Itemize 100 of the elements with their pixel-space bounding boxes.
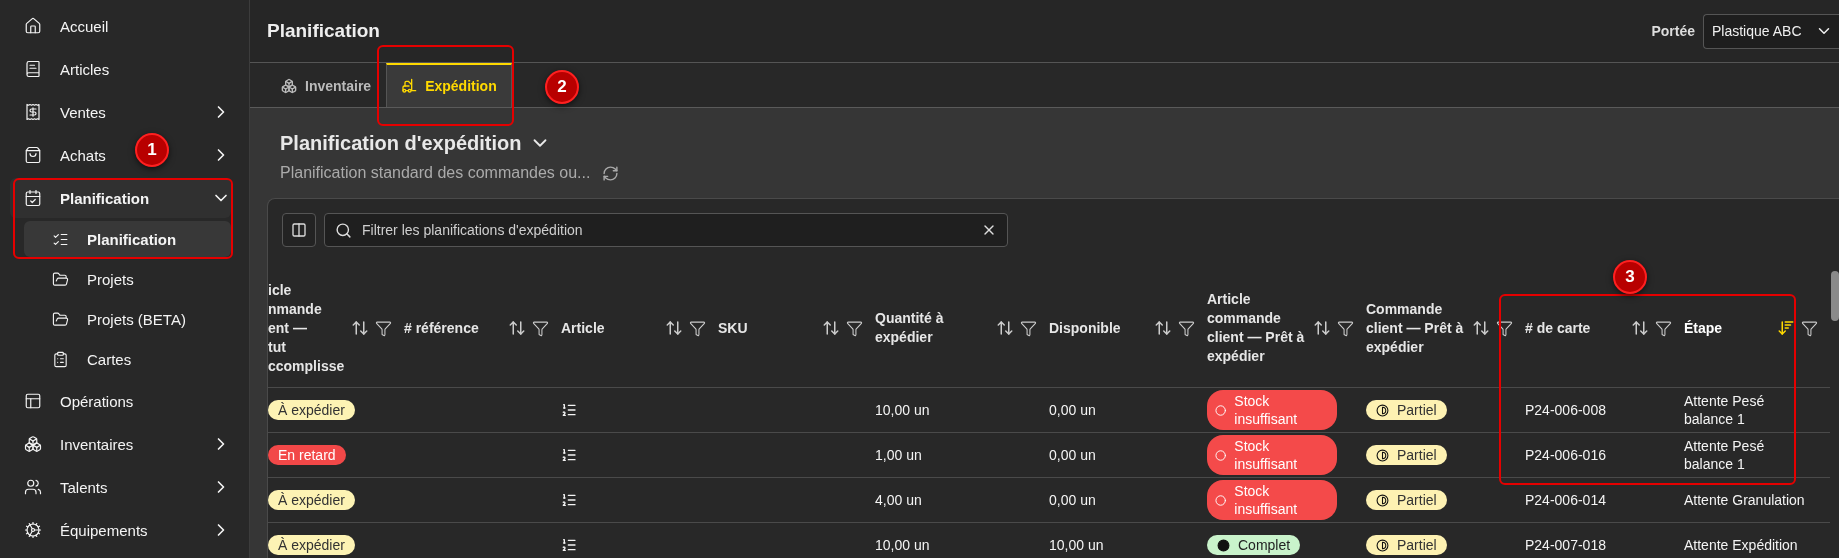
half-circle-icon (1376, 448, 1389, 462)
filter-icon[interactable] (1020, 319, 1037, 337)
filter-icon[interactable] (532, 319, 549, 337)
half-circle-icon (1376, 403, 1389, 417)
column-header[interactable]: # référence (404, 318, 479, 338)
table-cell: 10,00 un (1049, 536, 1104, 554)
stock-badge: Stock insuffisant (1207, 435, 1337, 475)
circle-icon (1215, 493, 1227, 507)
filter-icon[interactable] (1655, 319, 1672, 337)
column-header[interactable]: SKU (718, 318, 748, 338)
stock-badge: Complet (1207, 535, 1301, 555)
ordered-list-icon[interactable] (561, 447, 577, 463)
table-cell-text: Attente Pesé balance 1 (1684, 437, 1766, 473)
half-circle-icon (1376, 493, 1389, 507)
table-cell: 0,00 un (1049, 401, 1096, 419)
sidebar-item[interactable]: Ventes (60, 103, 106, 121)
page-title: Planification (267, 20, 380, 42)
calendar-check-icon (24, 189, 42, 207)
sort-icon[interactable] (1154, 319, 1172, 337)
half-circle-icon (1376, 538, 1389, 552)
column-header[interactable]: Commande client — Prêt à expédier (1366, 299, 1466, 357)
sort-icon[interactable] (508, 319, 526, 337)
scrollbar[interactable] (1831, 271, 1839, 321)
sort-icon[interactable] (822, 319, 840, 337)
ordered-list-icon[interactable] (561, 537, 577, 553)
filter-icon[interactable] (1801, 319, 1818, 337)
sidebar-item[interactable]: Inventaires (60, 435, 134, 453)
sort-descending-icon[interactable] (1777, 319, 1795, 337)
filter-icon[interactable] (846, 319, 863, 337)
scope-label: Portée (1651, 23, 1695, 39)
sort-icon[interactable] (351, 319, 369, 337)
home-icon (24, 17, 42, 35)
column-header[interactable]: icle nmande ent — tut ccomplisse (268, 280, 345, 376)
table-cell: 0,00 un (1049, 491, 1096, 509)
sort-icon[interactable] (665, 319, 683, 337)
sidebar-item[interactable]: Achats (60, 146, 106, 164)
clipboard-icon (52, 350, 69, 368)
circle-icon (1215, 403, 1227, 417)
table-cell: Attente Granulation (1684, 491, 1805, 509)
gear-icon (24, 521, 42, 539)
sidebar-label: Planification (60, 189, 150, 207)
sort-icon[interactable] (996, 319, 1014, 337)
filter-input[interactable]: Filtrer les planifications d'expédition (360, 221, 973, 239)
sort-icon[interactable] (1631, 319, 1649, 337)
sidebar-item[interactable]: Articles (60, 60, 110, 78)
filter-icon[interactable] (375, 319, 392, 337)
filter-icon[interactable] (1496, 319, 1513, 337)
sidebar-item[interactable]: Opérations (60, 392, 134, 410)
sidebar-item[interactable]: Planification (10, 178, 231, 218)
forklift-icon (401, 78, 418, 94)
order-badge: Partiel (1366, 400, 1447, 420)
receipt-icon (24, 103, 42, 121)
tab[interactable]: Inventaire (266, 63, 387, 107)
table-cell: P24-006-014 (1525, 491, 1606, 509)
column-header[interactable]: Article (561, 318, 605, 338)
status-badge: À expédier (268, 535, 355, 555)
filter-icon[interactable] (1178, 319, 1195, 337)
columns-button[interactable] (282, 213, 316, 247)
sidebar-subitem[interactable]: Projets (24, 261, 231, 297)
bag-icon (24, 146, 42, 164)
column-header[interactable]: Article commande client — Prêt à expédier (1207, 290, 1307, 366)
table-cell: P24-006-016 (1525, 446, 1606, 464)
sort-icon[interactable] (1313, 319, 1331, 337)
column-header[interactable]: Disponible (1049, 318, 1121, 338)
status-badge: À expédier (268, 400, 355, 420)
ordered-list-icon[interactable] (561, 492, 577, 508)
table-cell: Attente Expédition (1684, 536, 1798, 554)
sidebar-item[interactable]: Talents (60, 478, 108, 496)
column-header[interactable]: # de carte (1525, 318, 1591, 338)
table-cell-text: Attente Pesé balance 1 (1684, 392, 1766, 428)
sidebar-item[interactable]: Accueil (60, 17, 109, 35)
sidebar-subitem[interactable]: Planification (24, 221, 231, 257)
ordered-list-icon[interactable] (561, 402, 577, 418)
folder-icon (52, 310, 69, 328)
stock-badge: Stock insuffisant (1207, 480, 1337, 520)
book-icon (24, 60, 42, 78)
order-badge: Partiel (1366, 490, 1447, 510)
columns-icon (291, 222, 307, 238)
stock-badge: Stock insuffisant (1207, 390, 1337, 430)
scope-select[interactable]: Plastique ABC (1703, 13, 1839, 49)
sort-icon[interactable] (1472, 319, 1490, 337)
search-icon (335, 221, 352, 239)
people-icon (24, 478, 42, 496)
sidebar-item[interactable]: Équipements (60, 521, 148, 539)
sidebar-subitem[interactable]: Cartes (24, 341, 231, 377)
column-header[interactable]: Quantité à expédier (875, 309, 987, 347)
table-cell: 10,00 un (875, 401, 930, 419)
boxes-icon (281, 78, 297, 94)
order-badge: Partiel (1366, 445, 1447, 465)
folder-icon (52, 270, 69, 288)
table-cell: P24-006-008 (1525, 401, 1606, 419)
status-badge: À expédier (268, 490, 355, 510)
refresh-icon[interactable] (602, 164, 620, 182)
circle-icon (1215, 448, 1227, 462)
filter-icon[interactable] (689, 319, 706, 337)
column-header[interactable]: Étape (1684, 318, 1723, 338)
filter-icon[interactable] (1337, 319, 1354, 337)
filter-field[interactable]: Filtrer les planifications d'expédition (324, 213, 1008, 247)
tab[interactable]: Expédition (386, 63, 512, 107)
sidebar-subitem[interactable]: Projets (BETA) (24, 301, 231, 337)
